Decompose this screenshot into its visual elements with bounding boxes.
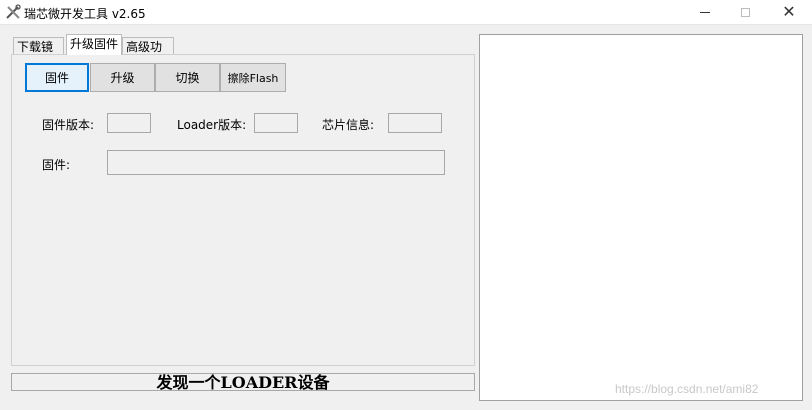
tab-upgrade-firmware[interactable]: 升级固件 <box>66 34 122 55</box>
tab-advanced-functions[interactable]: 高级功能 <box>122 37 174 72</box>
minimize-icon <box>700 11 710 13</box>
switch-button[interactable]: 切换 <box>155 63 220 92</box>
close-button[interactable]: ✕ <box>766 0 812 24</box>
window-title: 瑞芯微开发工具 v2.65 <box>24 7 146 21</box>
upgrade-button[interactable]: 升级 <box>90 63 155 92</box>
tools-icon <box>6 4 21 19</box>
firmware-version-field <box>107 113 151 133</box>
chip-info-label: 芯片信息: <box>322 118 375 132</box>
tab-download-image[interactable]: 下载镜像 <box>13 37 64 72</box>
upgrade-firmware-panel <box>11 54 475 366</box>
firmware-label: 固件: <box>42 158 71 172</box>
firmware-button[interactable]: 固件 <box>25 63 89 92</box>
log-panel[interactable] <box>479 34 803 401</box>
status-message: 发现一个LOADER设备 <box>156 373 330 392</box>
loader-version-field <box>254 113 298 133</box>
title-bar: 瑞芯微开发工具 v2.65 ✕ <box>0 0 812 25</box>
maximize-icon <box>740 7 750 17</box>
watermark-text: https://blog.csdn.net/ami82 <box>615 382 759 396</box>
loader-version-label: Loader版本: <box>177 118 247 132</box>
firmware-path-field <box>107 150 445 175</box>
erase-flash-button[interactable]: 擦除Flash <box>220 63 286 92</box>
firmware-version-label: 固件版本: <box>42 118 95 132</box>
close-icon: ✕ <box>782 2 796 21</box>
maximize-button[interactable] <box>722 0 768 24</box>
chip-info-field <box>388 113 442 133</box>
